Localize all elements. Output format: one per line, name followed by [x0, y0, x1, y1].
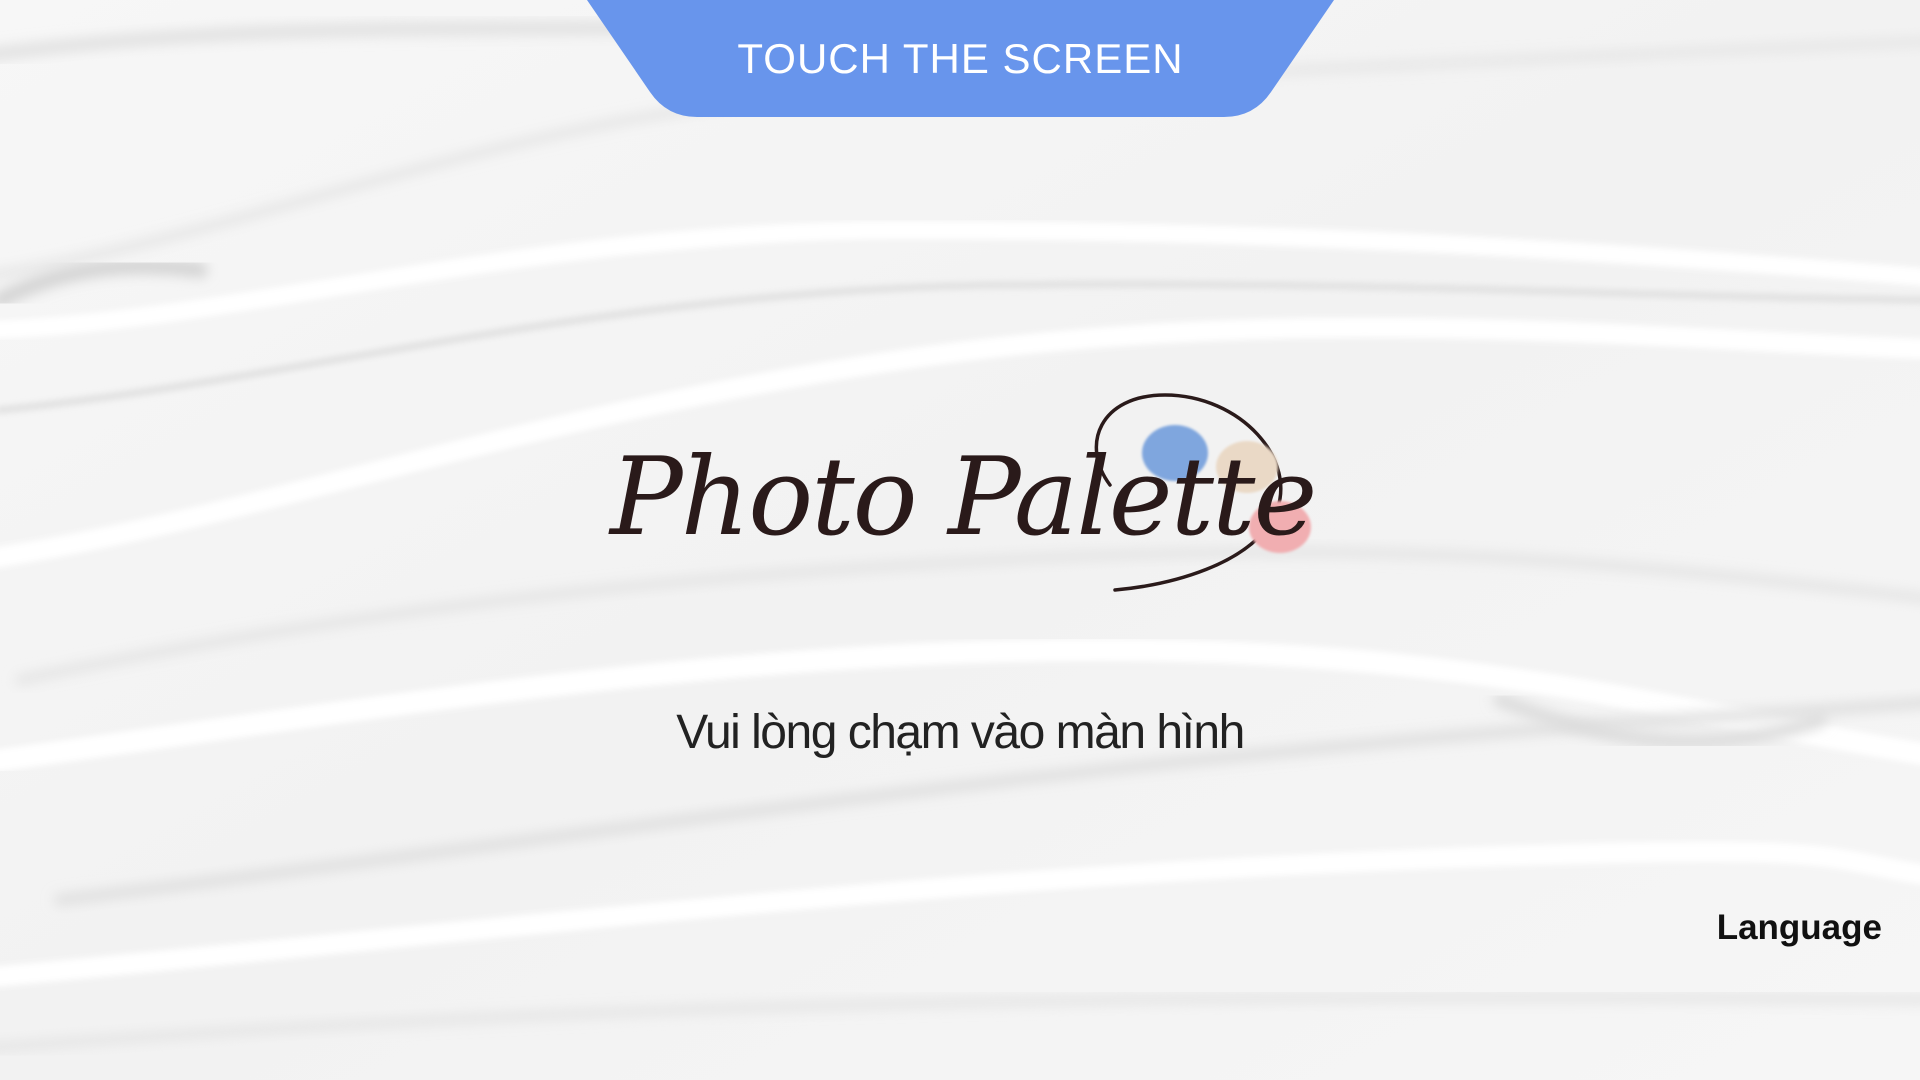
touch-prompt: Vui lòng chạm vào màn hình	[676, 706, 1245, 759]
photo-palette-logo: Photo Palette	[610, 385, 1350, 600]
banner-label: TOUCH THE SCREEN	[737, 35, 1184, 82]
language-button[interactable]: Language	[1717, 908, 1882, 948]
logo-text: Photo Palette	[610, 435, 1317, 560]
touch-the-screen-banner[interactable]: TOUCH THE SCREEN	[587, 0, 1334, 117]
